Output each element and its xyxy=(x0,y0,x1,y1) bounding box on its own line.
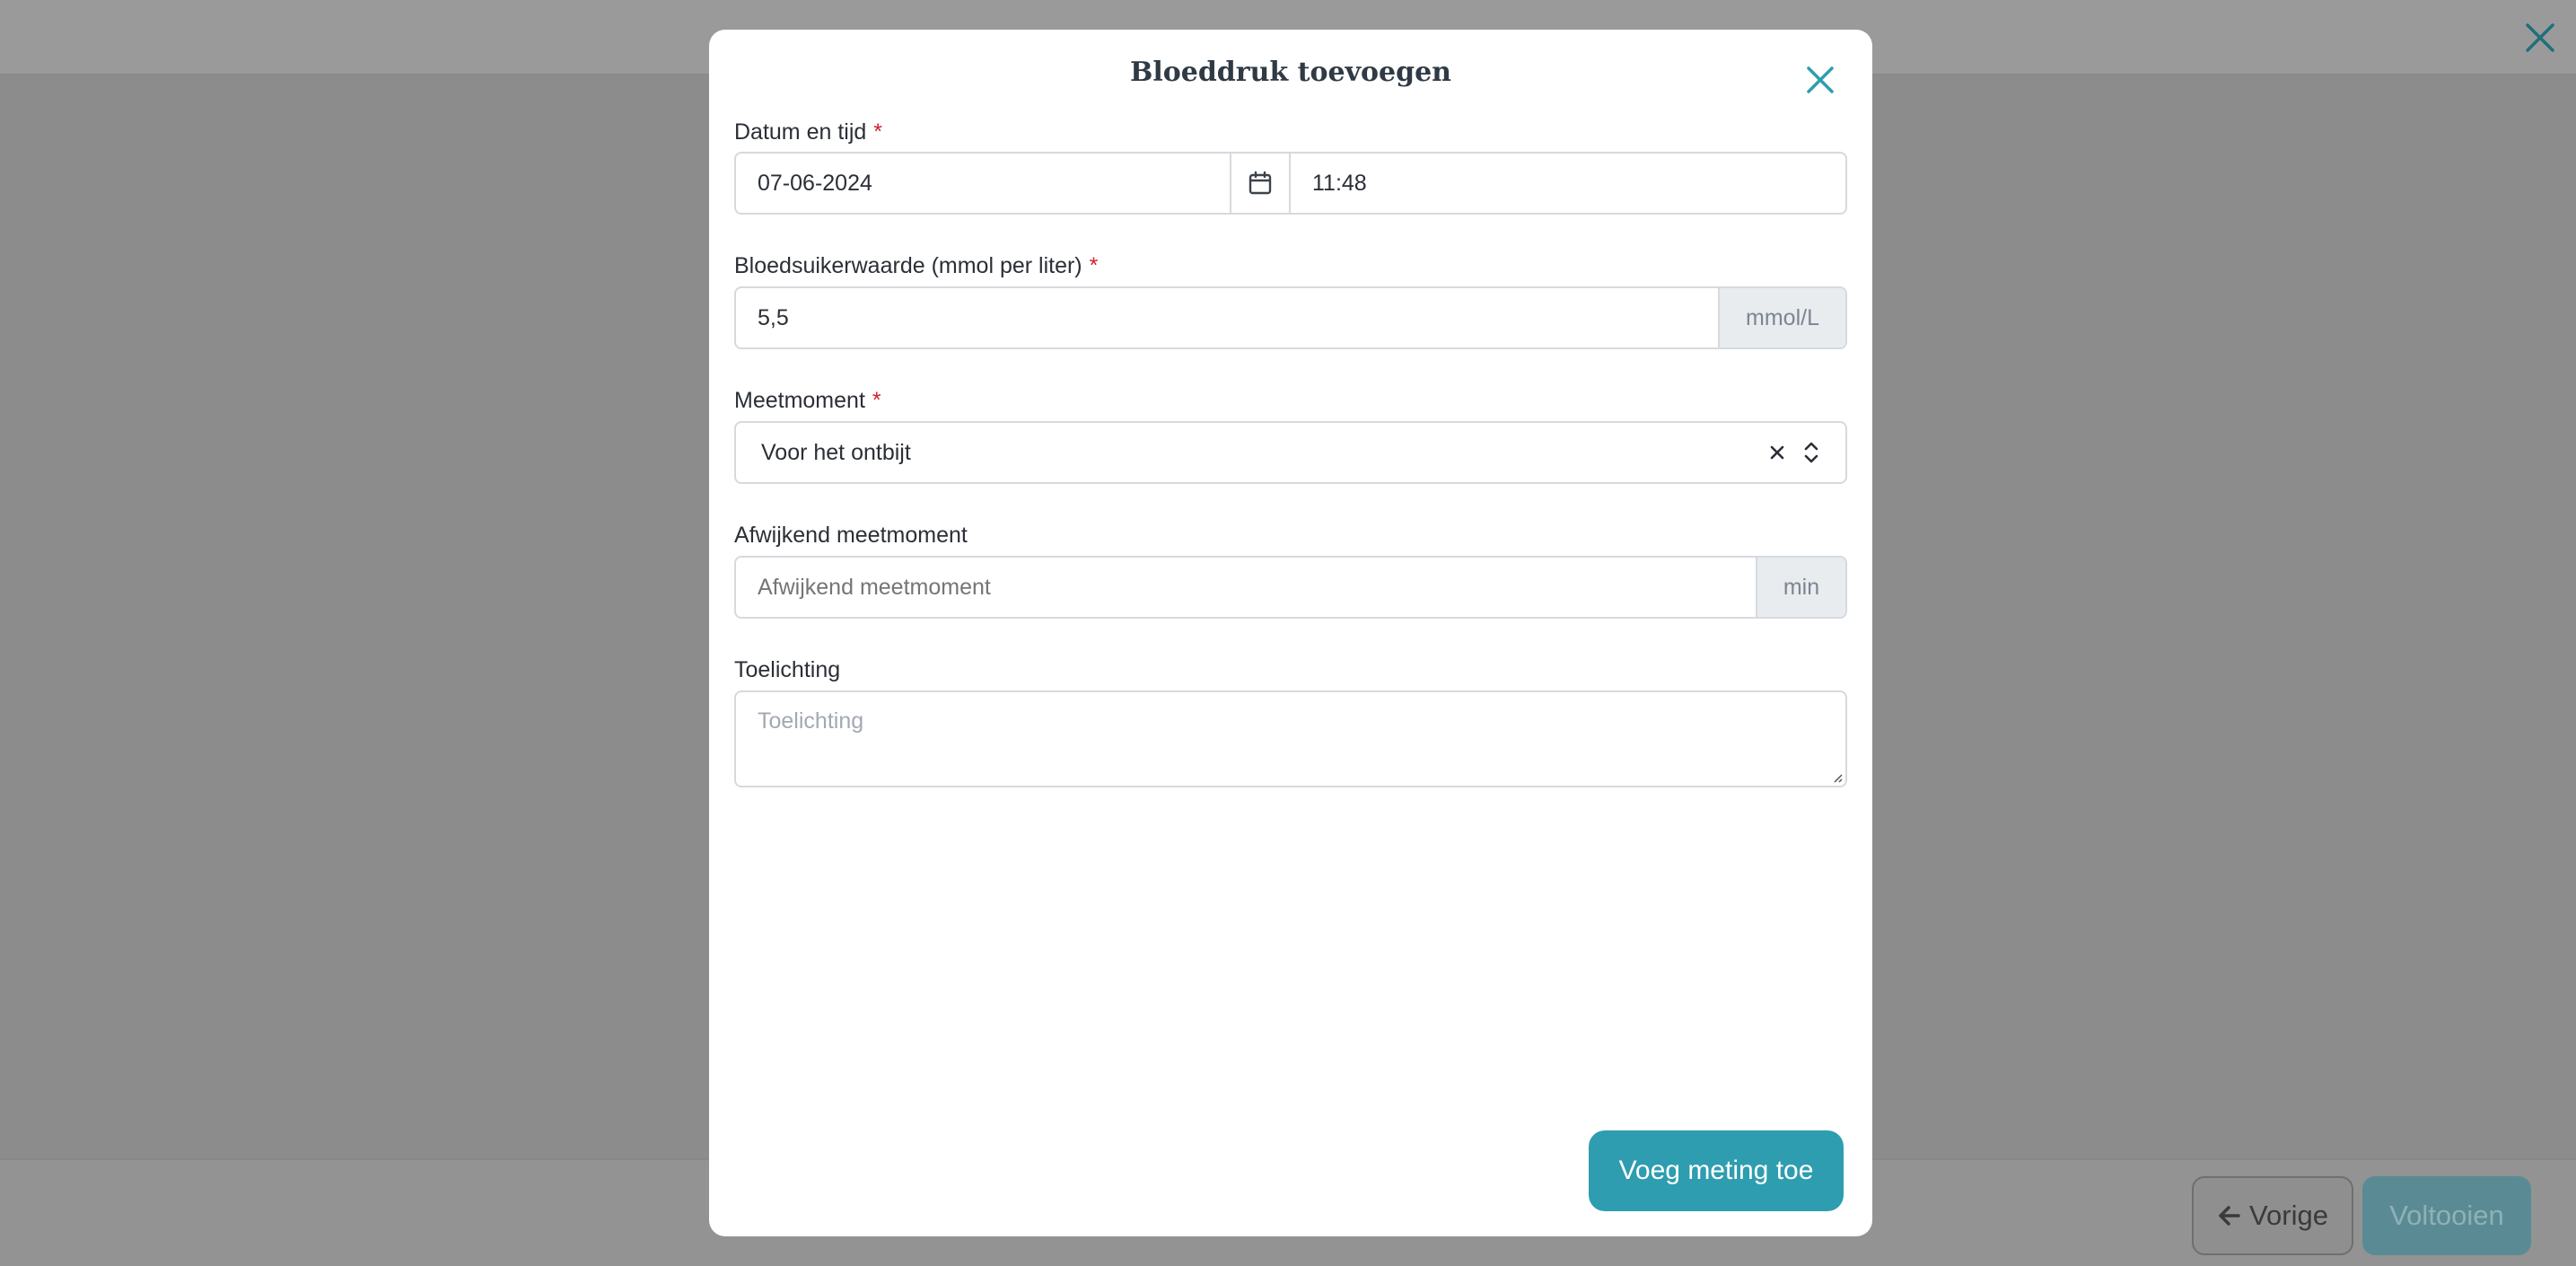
datetime-label-text: Datum en tijd xyxy=(734,119,867,145)
moment-label-text: Meetmoment xyxy=(734,388,865,413)
add-measurement-modal: Bloeddruk toevoegen Datum en tijd* Bloed… xyxy=(709,30,1872,1236)
glucose-label: Bloedsuikerwaarde (mmol per liter) * xyxy=(734,253,1098,279)
moment-select[interactable]: Voor het ontbijt xyxy=(734,421,1847,484)
note-label: Toelichting xyxy=(734,657,841,682)
deviating-moment-input-wrapper xyxy=(736,558,1756,617)
moment-select-value: Voor het ontbijt xyxy=(761,439,911,465)
deviating-moment-label: Afwijkend meetmoment xyxy=(734,523,968,548)
moment-label: Meetmoment * xyxy=(734,388,881,414)
minutes-unit-addon: min xyxy=(1756,558,1845,617)
deviating-moment-input[interactable] xyxy=(756,573,1756,602)
arrow-left-icon xyxy=(2219,1206,2240,1226)
datetime-label: Datum en tijd * xyxy=(734,119,882,145)
previous-button-label: Vorige xyxy=(2249,1200,2328,1231)
date-input[interactable] xyxy=(756,169,1230,198)
calendar-icon xyxy=(1249,171,1272,195)
note-placeholder: Toelichting xyxy=(758,708,864,734)
deviating-moment-field: min xyxy=(734,556,1847,619)
glucose-unit-addon: mmol/L xyxy=(1718,288,1845,347)
note-textarea[interactable]: Toelichting xyxy=(734,690,1847,787)
glucose-label-text: Bloedsuikerwaarde (mmol per liter) xyxy=(734,253,1082,278)
time-input-wrapper xyxy=(1291,154,1845,213)
previous-button[interactable]: Vorige xyxy=(2192,1176,2353,1255)
page-close-icon[interactable] xyxy=(2520,18,2560,57)
date-input-wrapper xyxy=(736,154,1230,213)
modal-title: Bloeddruk toevoegen xyxy=(1129,57,1451,88)
select-controls xyxy=(1768,423,1845,482)
complete-button-label: Voltooien xyxy=(2389,1200,2504,1231)
required-mark: * xyxy=(872,388,881,413)
chevron-up-down-icon[interactable] xyxy=(1802,439,1820,466)
glucose-input-wrapper xyxy=(736,288,1718,347)
datetime-field xyxy=(734,152,1847,215)
add-measurement-button[interactable]: Voeg meting toe xyxy=(1589,1130,1844,1211)
glucose-input[interactable] xyxy=(756,303,1718,332)
required-mark: * xyxy=(1089,253,1099,278)
modal-close-icon[interactable] xyxy=(1801,60,1840,100)
glucose-field: mmol/L xyxy=(734,286,1847,349)
resize-handle-icon[interactable] xyxy=(1829,769,1844,784)
moment-select-value-wrapper: Voor het ontbijt xyxy=(736,423,1768,482)
time-input[interactable] xyxy=(1310,169,1845,198)
complete-button[interactable]: Voltooien xyxy=(2362,1176,2531,1255)
calendar-button[interactable] xyxy=(1230,154,1291,213)
required-mark: * xyxy=(873,119,883,145)
clear-icon[interactable] xyxy=(1768,444,1786,462)
